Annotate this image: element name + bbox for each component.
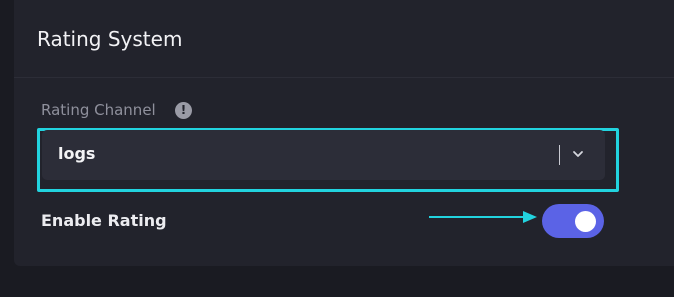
rating-channel-select[interactable]: logs xyxy=(42,130,605,180)
panel-title: Rating System xyxy=(37,27,183,51)
enable-rating-label: Enable Rating xyxy=(41,211,167,230)
rating-system-panel: Rating System Rating Channel ! logs Enab… xyxy=(14,0,674,266)
chevron-down-icon[interactable] xyxy=(571,147,585,161)
panel-header: Rating System xyxy=(14,0,674,78)
toggle-knob xyxy=(575,211,596,232)
enable-rating-toggle[interactable] xyxy=(542,204,604,238)
info-circle-icon[interactable]: ! xyxy=(175,102,192,119)
rating-channel-label: Rating Channel xyxy=(41,101,156,119)
arrow-right-icon xyxy=(429,211,537,223)
select-divider xyxy=(559,145,560,165)
page-background: Rating System Rating Channel ! logs Enab… xyxy=(0,0,674,297)
rating-channel-value: logs xyxy=(58,144,96,163)
